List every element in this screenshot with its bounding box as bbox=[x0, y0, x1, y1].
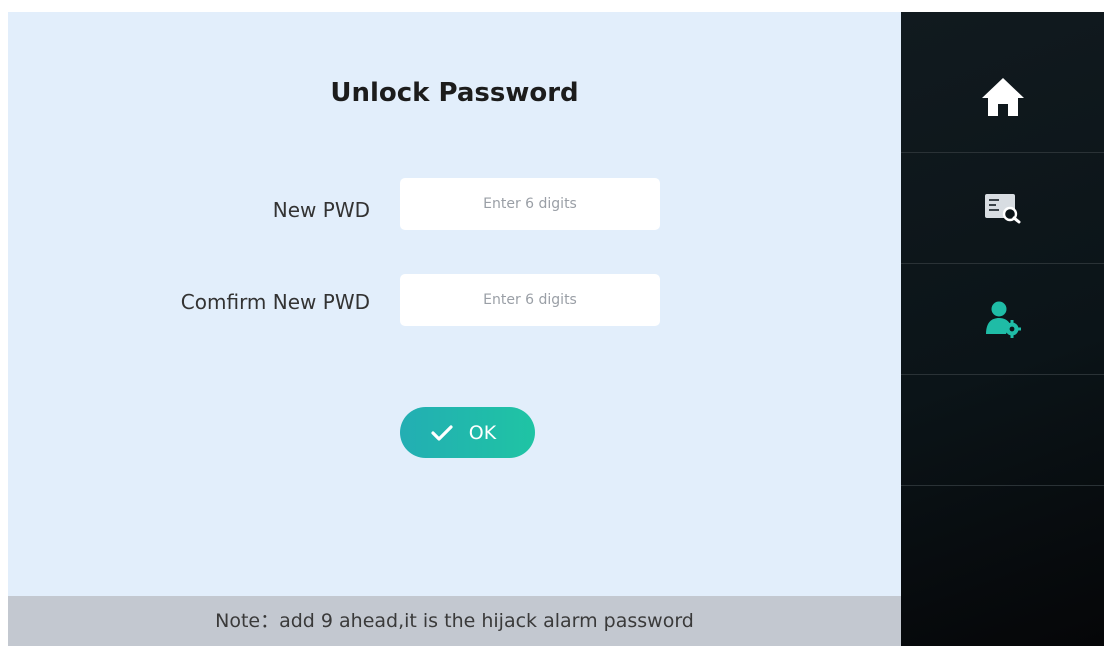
home-icon bbox=[981, 78, 1024, 116]
sidebar-item-home[interactable] bbox=[901, 42, 1104, 153]
note-text: Note：add 9 ahead,it is the hijack alarm … bbox=[215, 610, 694, 632]
user-settings-icon bbox=[985, 301, 1021, 338]
new-pwd-label: New PWD bbox=[272, 198, 370, 222]
ok-button[interactable]: OK bbox=[400, 407, 535, 458]
page-title: Unlock Password bbox=[330, 78, 579, 108]
main-panel: Unlock Password New PWD Comfirm New PWD … bbox=[8, 12, 901, 646]
new-pwd-input[interactable] bbox=[400, 178, 660, 230]
ok-label: OK bbox=[468, 421, 497, 444]
sidebar bbox=[901, 12, 1104, 646]
sidebar-item-user-settings[interactable] bbox=[901, 264, 1104, 375]
confirm-pwd-label: Comfirm New PWD bbox=[180, 290, 370, 314]
sidebar-item-empty bbox=[901, 375, 1104, 486]
confirm-pwd-input[interactable] bbox=[400, 274, 660, 326]
checkmark-icon bbox=[431, 424, 453, 441]
note-bar: Note：add 9 ahead,it is the hijack alarm … bbox=[8, 596, 901, 646]
sidebar-item-records[interactable] bbox=[901, 153, 1104, 264]
record-search-icon bbox=[984, 194, 1020, 224]
unlock-password-screen: Unlock Password New PWD Comfirm New PWD … bbox=[8, 12, 1104, 646]
